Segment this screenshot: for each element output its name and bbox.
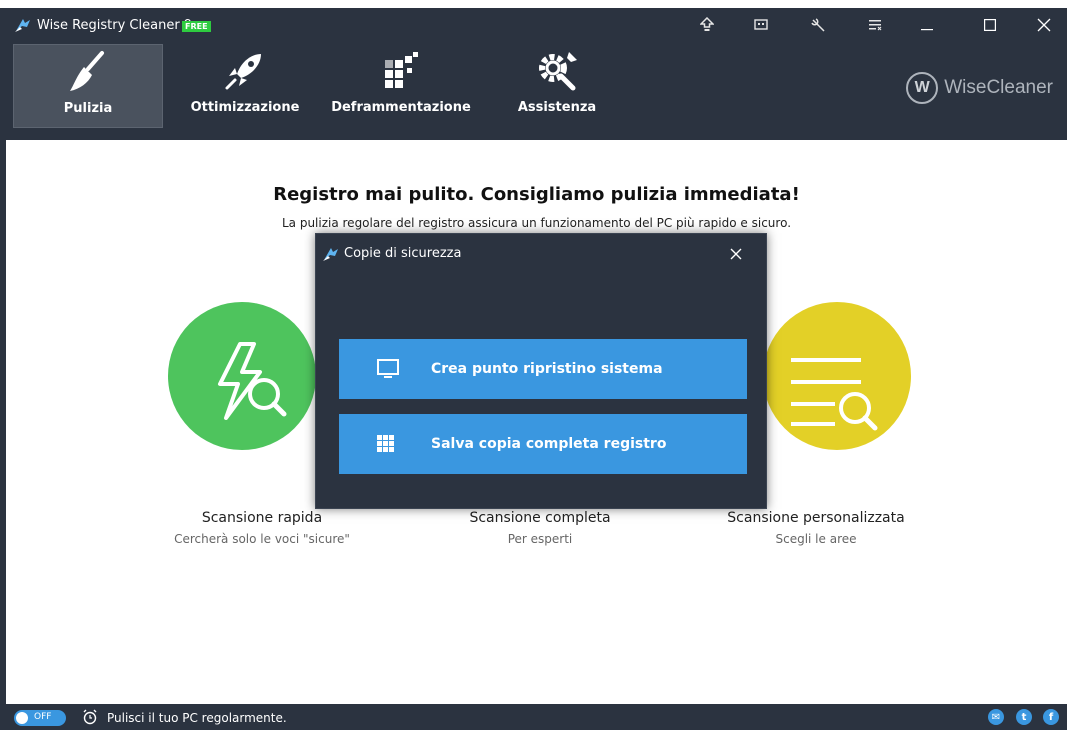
grid-icon — [377, 435, 429, 453]
title-bar: Wise Registry Cleaner 9 FREE — [6, 8, 1067, 42]
rocket-icon — [223, 44, 267, 96]
tab-label: Pulizia — [63, 101, 113, 116]
maximize-button[interactable] — [967, 8, 1013, 42]
app-window: Wise Registry Cleaner 9 FREE Pulizia Ott… — [0, 0, 1067, 730]
dialog-title: Copie di sicurezza — [344, 246, 462, 261]
toggle-knob — [16, 712, 28, 724]
maximize-icon — [984, 19, 996, 31]
status-message: Pulisci il tuo PC regolarmente. — [107, 711, 287, 725]
save-registry-backup-button[interactable]: Salva copia completa registro — [339, 414, 747, 474]
close-icon — [1037, 18, 1051, 32]
quick-scan-title: Scansione rapida — [201, 510, 323, 526]
button-label: Salva copia completa registro — [431, 436, 667, 452]
upgrade-icon[interactable] — [696, 14, 718, 36]
brand-logo-icon: W — [906, 72, 939, 104]
tools-icon[interactable] — [807, 14, 829, 36]
broom-icon — [66, 45, 110, 97]
facebook-icon[interactable]: f — [1043, 709, 1059, 725]
main-toolbar: Pulizia Ottimizzazione Deframmentazione … — [6, 42, 1067, 140]
close-button[interactable] — [1021, 8, 1067, 42]
quick-scan-button[interactable] — [168, 302, 316, 450]
custom-scan-subtitle: Scegli le aree — [775, 532, 857, 546]
monitor-icon — [377, 359, 429, 379]
minimize-icon — [921, 29, 933, 31]
tab-deframmentazione[interactable]: Deframmentazione — [326, 44, 476, 128]
quick-scan-subtitle: Cercherà solo le voci "sicure" — [174, 532, 350, 546]
toggle-label: OFF — [34, 712, 52, 722]
window-title: Wise Registry Cleaner 9 — [37, 18, 193, 33]
app-logo-icon — [15, 19, 30, 32]
tab-assistenza[interactable]: Assistenza — [502, 44, 612, 128]
free-badge: FREE — [182, 21, 211, 32]
page-title: Registro mai pulito. Consigliamo pulizia… — [273, 184, 800, 205]
custom-scan-icon — [791, 358, 878, 431]
full-scan-title: Scansione completa — [469, 510, 611, 526]
mail-icon[interactable]: ✉ — [988, 709, 1004, 725]
schedule-toggle[interactable]: OFF — [14, 710, 66, 726]
dialog-close-button[interactable] — [724, 242, 748, 266]
tab-label: Assistenza — [517, 100, 597, 115]
app-logo-icon — [323, 248, 338, 261]
custom-scan-button[interactable] — [763, 302, 911, 450]
defrag-icon — [379, 44, 423, 96]
minimize-button[interactable] — [904, 8, 950, 42]
alarm-clock-icon — [83, 709, 97, 725]
quick-scan-icon — [218, 342, 287, 420]
backup-dialog: Copie di sicurezza Crea punto ripristino… — [315, 233, 767, 509]
status-bar: OFF Pulisci il tuo PC regolarmente. ✉ t … — [6, 704, 1067, 730]
custom-scan-title: Scansione personalizzata — [727, 510, 905, 526]
twitter-icon[interactable]: t — [1016, 709, 1032, 725]
create-restore-point-button[interactable]: Crea punto ripristino sistema — [339, 339, 747, 399]
tab-label: Deframmentazione — [331, 100, 471, 115]
button-label: Crea punto ripristino sistema — [431, 361, 663, 377]
close-icon — [730, 248, 742, 260]
full-scan-subtitle: Per esperti — [507, 532, 573, 546]
page-subtitle: La pulizia regolare del registro assicur… — [281, 216, 792, 230]
tab-ottimizzazione[interactable]: Ottimizzazione — [180, 44, 310, 128]
menu-icon[interactable] — [864, 14, 886, 36]
gear-wrench-icon — [535, 44, 579, 96]
wisecleaner-logo[interactable]: W WiseCleaner — [906, 72, 1053, 104]
desktop-strip — [0, 0, 1067, 8]
brand-name: WiseCleaner — [944, 77, 1053, 98]
tab-pulizia[interactable]: Pulizia — [13, 44, 163, 128]
feedback-icon[interactable] — [750, 14, 772, 36]
tab-label: Ottimizzazione — [190, 100, 300, 115]
